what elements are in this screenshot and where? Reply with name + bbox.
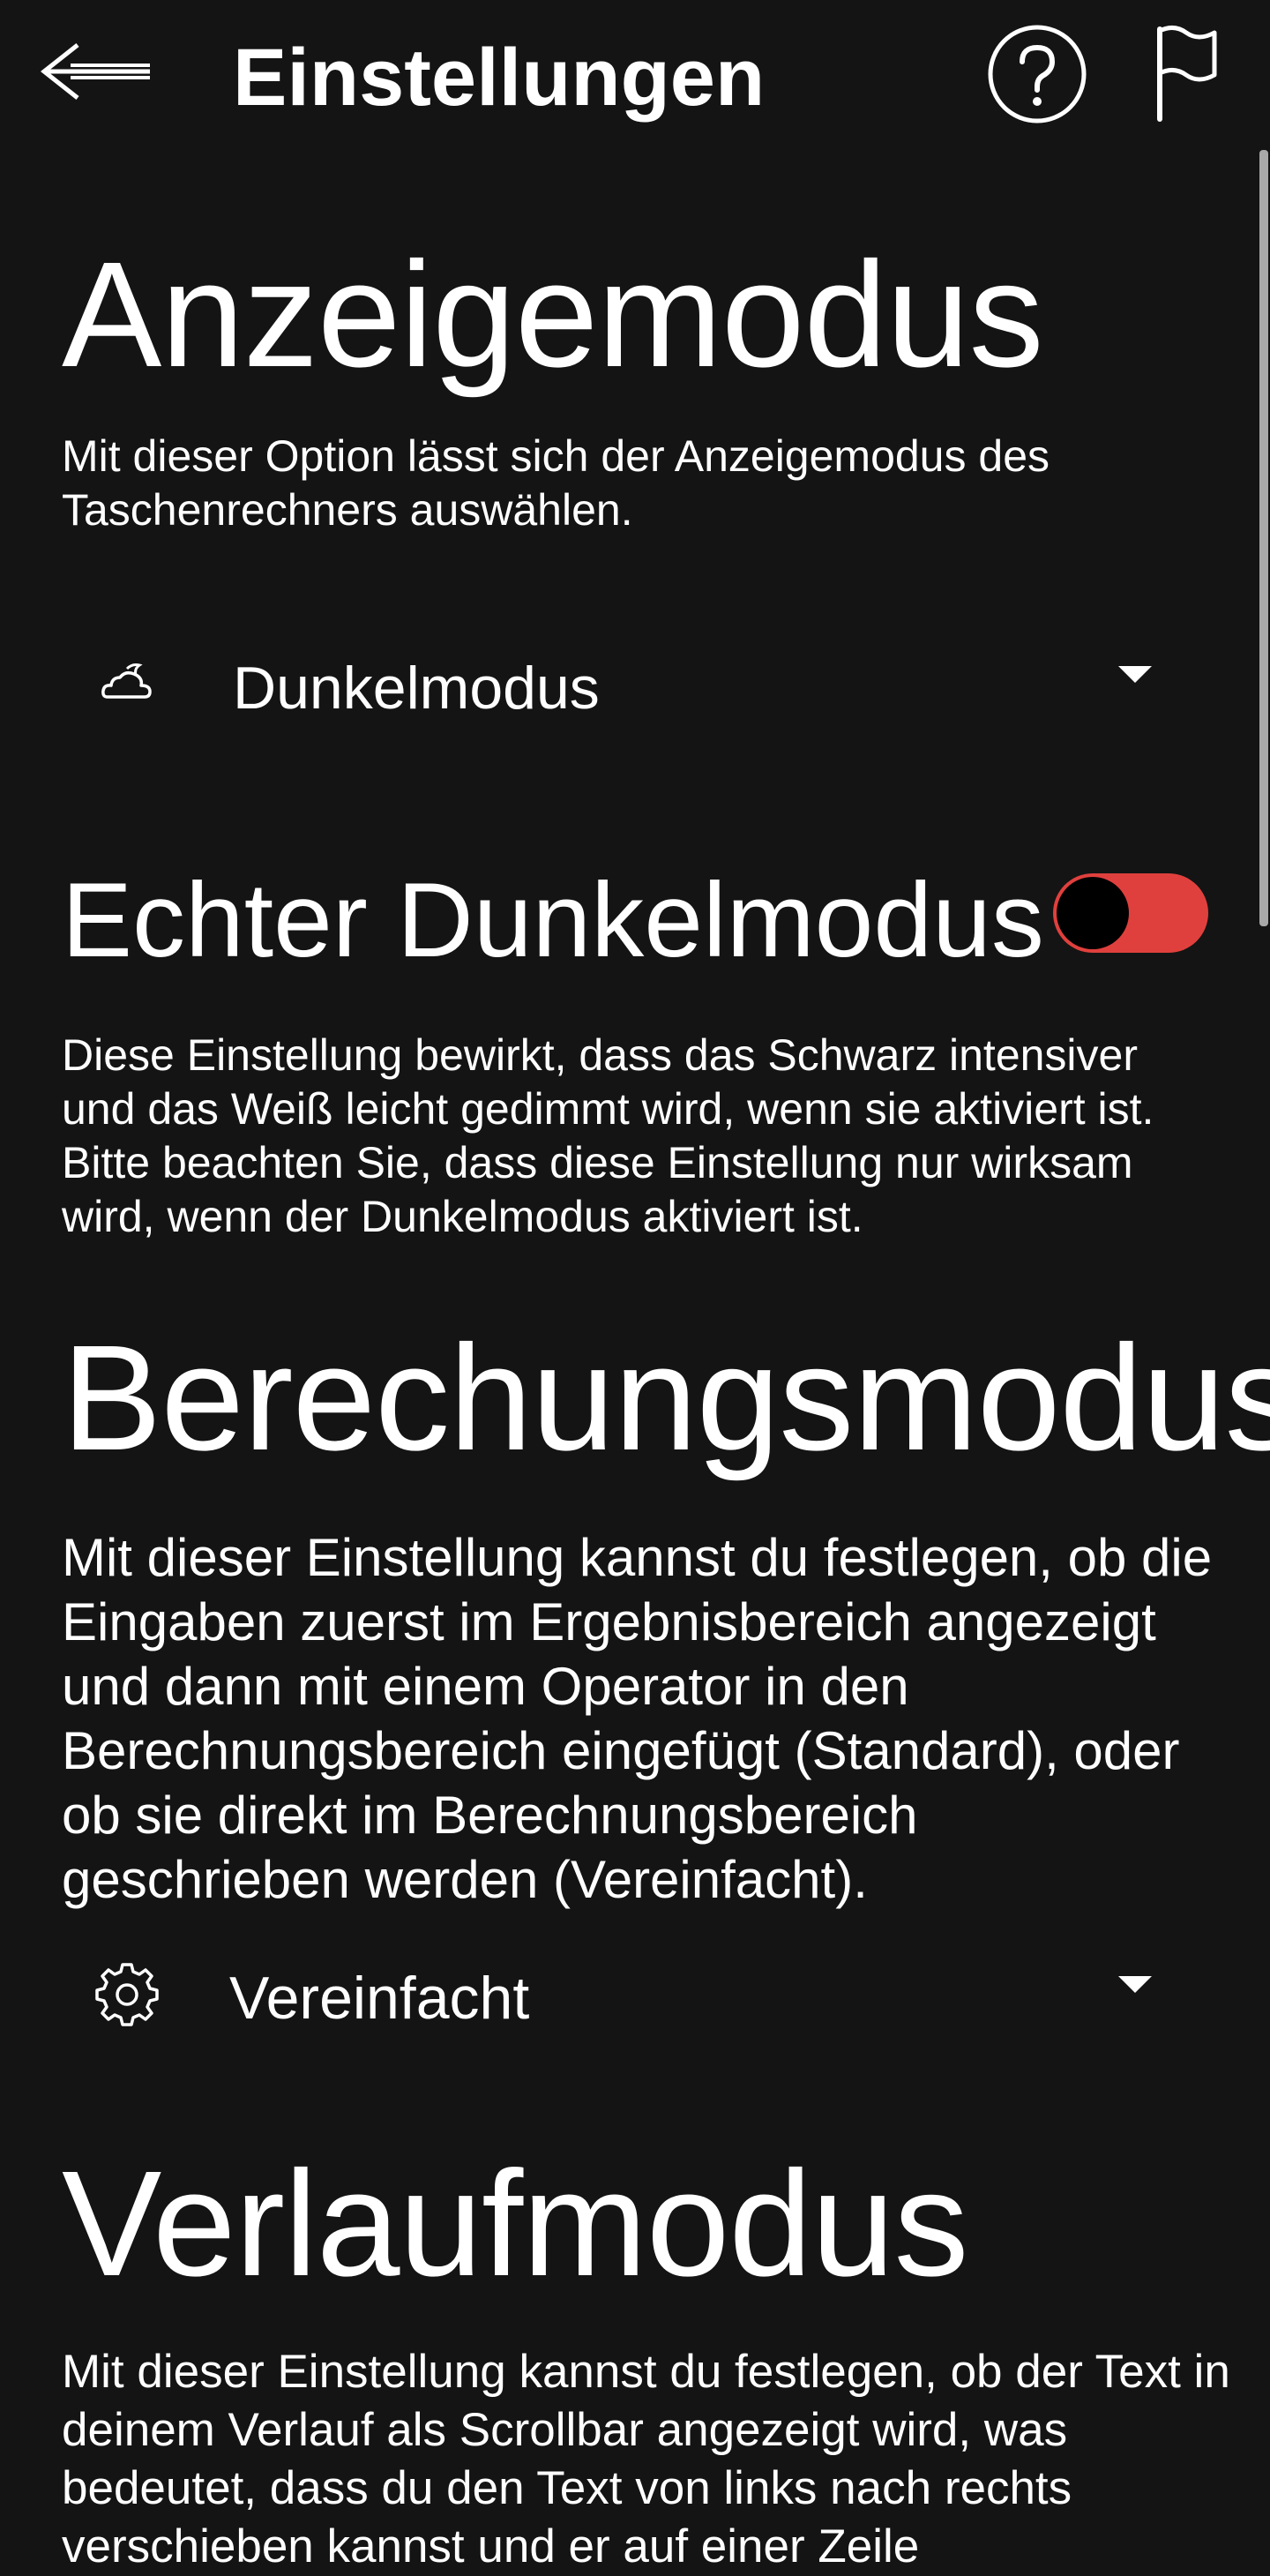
true-dark-mode-title: Echter Dunkelmodus: [62, 861, 1044, 979]
help-button[interactable]: [984, 23, 1090, 129]
history-mode-description: Mit dieser Einstellung kannst du festleg…: [62, 2346, 1230, 2572]
display-mode-dropdown[interactable]: Dunkelmodus: [62, 613, 1191, 745]
calculation-mode-description: Mit dieser Einstellung kannst du festleg…: [62, 1528, 1213, 1909]
calculation-mode-title: Berechungsmodus: [62, 1314, 1270, 1482]
cloud-moon-icon: [92, 648, 162, 719]
flag-button[interactable]: [1138, 23, 1235, 129]
true-dark-mode-toggle[interactable]: [1053, 873, 1208, 953]
top-app-bar: Einstellungen: [0, 0, 1270, 150]
toggle-knob: [1057, 877, 1129, 949]
display-mode-description: Mit dieser Option lässt sich der Anzeige…: [62, 431, 1050, 535]
calculation-mode-dropdown[interactable]: Vereinfacht: [62, 1923, 1191, 2056]
arrow-left-icon: [35, 36, 159, 111]
gear-icon: [92, 1958, 162, 2029]
display-mode-value: Dunkelmodus: [233, 655, 600, 722]
help-circle-icon: [986, 23, 1088, 130]
chevron-down-icon: [1118, 666, 1152, 683]
back-button[interactable]: [35, 34, 159, 113]
flag-icon: [1151, 24, 1221, 129]
true-dark-mode-description: Diese Einstellung bewirkt, dass das Schw…: [62, 1030, 1154, 1241]
page-title: Einstellungen: [233, 33, 766, 123]
chevron-down-icon: [1118, 1976, 1152, 1993]
display-mode-title: Anzeigemodus: [62, 231, 1044, 399]
scrollbar[interactable]: [1259, 150, 1268, 926]
history-mode-title: Verlaufmodus: [62, 2140, 969, 2308]
calculation-mode-value: Vereinfacht: [229, 1965, 530, 2032]
